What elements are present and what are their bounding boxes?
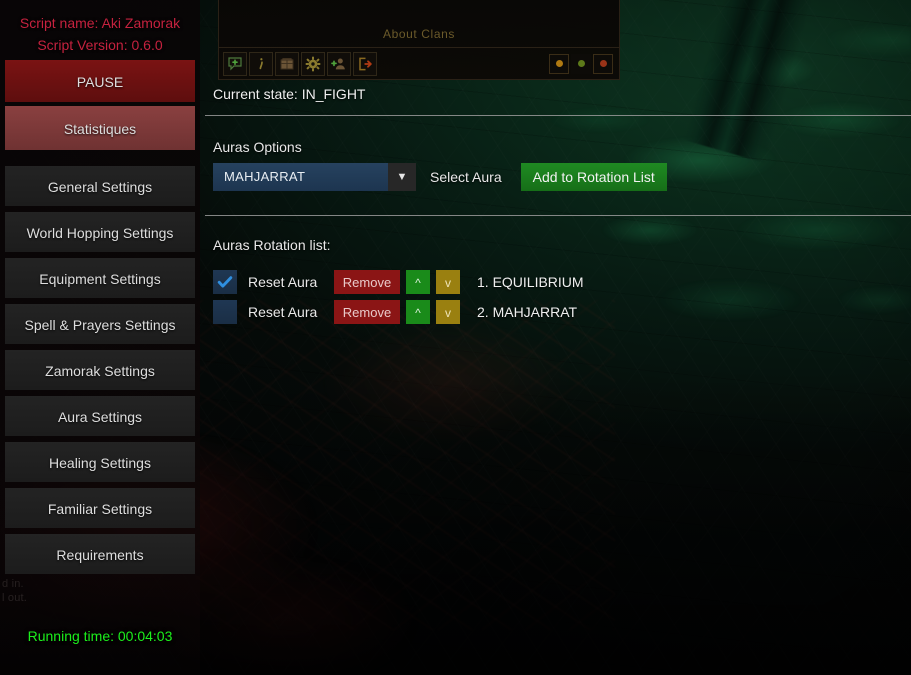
aura-select-caption: Select Aura xyxy=(430,169,502,185)
sidebar-item-general-settings[interactable]: General Settings xyxy=(5,166,195,206)
app-window: d in. l out. About Clans xyxy=(0,0,911,675)
reset-aura-checkbox[interactable] xyxy=(213,300,237,324)
pause-button[interactable]: PAUSE xyxy=(5,60,195,102)
statistics-button[interactable]: Statistiques xyxy=(5,106,195,150)
running-time: Running time: 00:04:03 xyxy=(27,628,173,644)
script-name: Script name: Aki Zamorak xyxy=(19,15,181,31)
remove-button[interactable]: Remove xyxy=(334,270,400,294)
rotation-item-name: 2. MAHJARRAT xyxy=(477,304,578,320)
sidebar-item-healing-settings[interactable]: Healing Settings xyxy=(5,442,195,482)
rotation-row: Reset Aura Remove ^ v 2. MAHJARRAT xyxy=(213,300,584,324)
check-icon xyxy=(217,276,233,288)
add-to-rotation-button[interactable]: Add to Rotation List xyxy=(520,163,667,191)
auras-rotation-list: Reset Aura Remove ^ v 1. EQUILIBRIUM Res… xyxy=(213,270,584,330)
sidebar-item-equipment-settings[interactable]: Equipment Settings xyxy=(5,258,195,298)
divider-middle xyxy=(205,215,911,216)
rotation-item-name: 1. EQUILIBRIUM xyxy=(477,274,584,290)
move-down-button[interactable]: v xyxy=(436,270,460,294)
reset-aura-checkbox[interactable] xyxy=(213,270,237,294)
aura-select-dropdown[interactable]: MAHJARRAT ▼ xyxy=(213,163,416,191)
sidebar-item-zamorak-settings[interactable]: Zamorak Settings xyxy=(5,350,195,390)
sidebar-item-aura-settings[interactable]: Aura Settings xyxy=(5,396,195,436)
reset-aura-label: Reset Aura xyxy=(248,274,318,290)
move-down-button[interactable]: v xyxy=(436,300,460,324)
current-state-text: Current state: IN_FIGHT xyxy=(213,86,366,102)
script-version: Script Version: 0.6.0 xyxy=(37,37,163,53)
sidebar-item-familiar-settings[interactable]: Familiar Settings xyxy=(5,488,195,528)
rotation-list-label: Auras Rotation list: xyxy=(213,237,331,253)
sidebar: Script name: Aki Zamorak Script Version:… xyxy=(0,0,200,675)
auras-options-label: Auras Options xyxy=(213,139,302,155)
chevron-down-icon[interactable]: ▼ xyxy=(388,163,416,191)
script-header: Script name: Aki Zamorak Script Version:… xyxy=(0,0,200,60)
move-up-button[interactable]: ^ xyxy=(406,300,430,324)
aura-select-row: MAHJARRAT ▼ Select Aura Add to Rotation … xyxy=(213,163,667,191)
aura-select-value: MAHJARRAT xyxy=(213,163,388,191)
sidebar-item-requirements[interactable]: Requirements xyxy=(5,534,195,574)
main-panel: Current state: IN_FIGHT Auras Options MA… xyxy=(200,0,911,675)
remove-button[interactable]: Remove xyxy=(334,300,400,324)
sidebar-item-world-hopping-settings[interactable]: World Hopping Settings xyxy=(5,212,195,252)
rotation-row: Reset Aura Remove ^ v 1. EQUILIBRIUM xyxy=(213,270,584,294)
move-up-button[interactable]: ^ xyxy=(406,270,430,294)
sidebar-item-spell-prayers-settings[interactable]: Spell & Prayers Settings xyxy=(5,304,195,344)
reset-aura-label: Reset Aura xyxy=(248,304,318,320)
divider-top xyxy=(205,115,911,116)
